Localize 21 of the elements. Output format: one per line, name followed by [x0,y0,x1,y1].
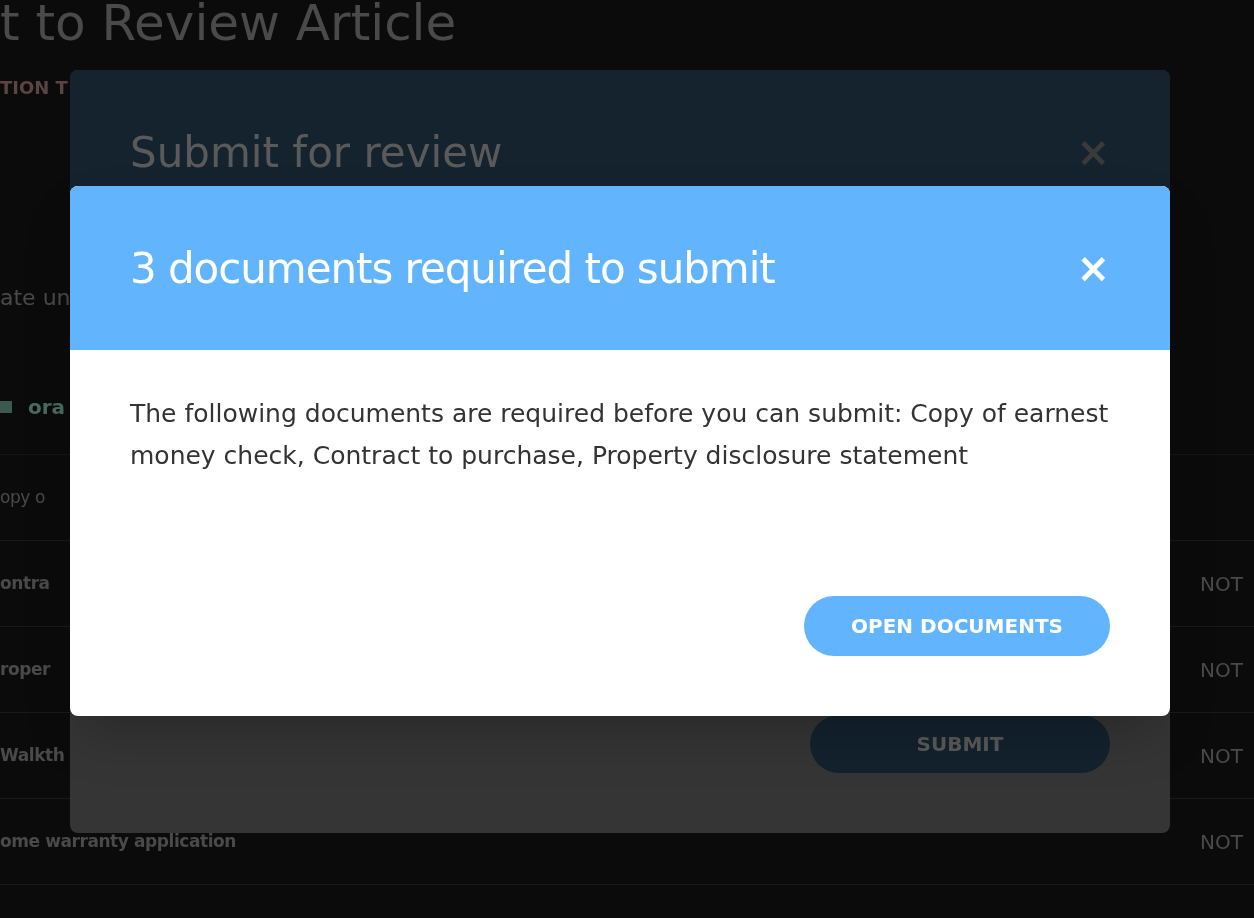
dialog-title: 3 documents required to submit [130,242,775,295]
document-status: NOT [1200,828,1244,856]
document-name: ome warranty application [0,829,237,853]
document-name: opy o [0,485,45,509]
close-button[interactable]: × [1076,132,1110,172]
page-tab[interactable]: ora [28,392,66,422]
close-button[interactable]: × [1076,248,1110,288]
page-note: ate un [0,284,71,312]
back-dialog-title: Submit for review [130,126,503,179]
submit-button[interactable]: SUBMIT [810,715,1110,773]
page-subtitle: TION T [0,76,68,100]
page-title: t to Review Article [0,0,457,50]
document-status: NOT [1200,742,1244,770]
document-status: NOT [1200,656,1244,684]
open-documents-button[interactable]: OPEN DOCUMENTS [804,596,1110,656]
document-name: ontra [0,571,50,595]
tab-icon [0,401,12,413]
document-status: NOT [1200,570,1244,598]
document-name: roper [0,657,51,681]
dialog-message: The following documents are required before you can submit: Copy of earnest money check, Contract to purchase, Property disclosure statement [129,398,1110,472]
document-name: Walkth [0,743,65,767]
